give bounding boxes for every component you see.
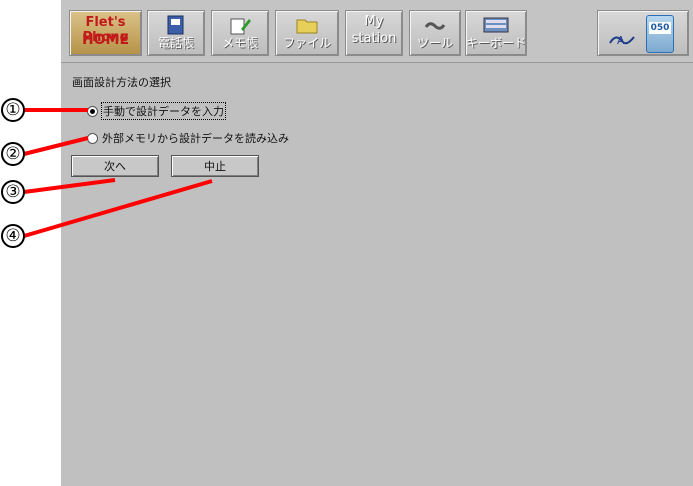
callout-lines <box>23 108 213 238</box>
callout-3: ③ <box>1 180 25 204</box>
callout-4: ④ <box>1 224 25 248</box>
callout-2: ② <box>1 142 25 166</box>
callout-line-3 <box>23 178 116 194</box>
callout-line-2 <box>23 136 89 156</box>
callout-1: ① <box>1 98 25 122</box>
